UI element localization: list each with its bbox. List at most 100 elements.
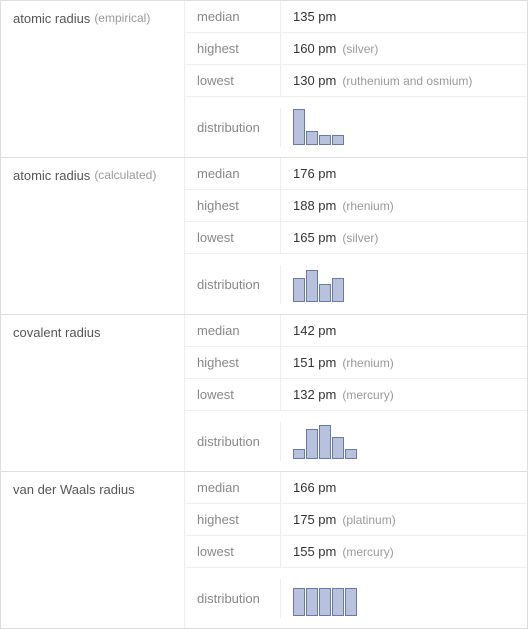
stat-label: lowest (185, 65, 281, 96)
stat-value: 165 pm (293, 230, 336, 245)
stat-label: highest (185, 33, 281, 64)
property-group: covalent radiusmedian142 pmhighest151 pm… (1, 315, 527, 472)
chart-bar (306, 588, 318, 616)
stat-label: median (185, 1, 281, 32)
stat-value-cell: 166 pm (281, 472, 527, 503)
chart-bar (345, 449, 357, 459)
chart-bar (319, 588, 331, 616)
property-name: van der Waals radius (13, 482, 135, 497)
property-rows: median135 pmhighest160 pm(silver)lowest1… (185, 1, 527, 157)
distribution-cell (281, 411, 527, 471)
stat-row-lowest: lowest165 pm(silver) (185, 222, 527, 254)
stat-label: highest (185, 504, 281, 535)
stat-row-highest: highest 160 pm (silver) (185, 33, 527, 65)
distribution-cell (281, 254, 527, 314)
stat-label: highest (185, 190, 281, 221)
property-name-cell: van der Waals radius (1, 472, 185, 628)
stat-value-cell: 160 pm (silver) (281, 33, 527, 64)
stat-label: distribution (185, 422, 281, 461)
chart-bar (332, 437, 344, 459)
property-name-cell: covalent radius (1, 315, 185, 471)
property-name-cell: atomic radius(calculated) (1, 158, 185, 314)
stat-label: median (185, 315, 281, 346)
stat-row-distribution: distribution (185, 411, 527, 471)
stat-label: median (185, 472, 281, 503)
stat-value: 135 pm (293, 9, 336, 24)
stat-qualifier: (rhenium) (342, 356, 393, 370)
property-subnote: (calculated) (94, 168, 156, 182)
chart-bar (293, 588, 305, 616)
properties-table: atomic radius (empirical) median 135 pm high… (0, 0, 528, 629)
chart-bar (306, 270, 318, 302)
stat-label: distribution (185, 579, 281, 618)
distribution-cell (281, 97, 527, 157)
stat-row-median: median 135 pm (185, 1, 527, 33)
property-name: atomic radius (13, 11, 90, 26)
stat-value-cell: 155 pm(mercury) (281, 536, 527, 567)
property-group: atomic radius(calculated)median 176 pm hig… (1, 158, 527, 315)
stat-label: median (185, 158, 281, 189)
property-rows: median 166 pm highest 175 pm (platinum) lowes… (185, 472, 527, 628)
stat-row-highest: highest 188 pm (rhenium) (185, 190, 527, 222)
stat-value: 176 pm (293, 166, 336, 181)
stat-row-lowest: lowest132 pm(mercury) (185, 379, 527, 411)
stat-value-cell: 175 pm (platinum) (281, 504, 527, 535)
stat-value-cell: 142 pm (281, 315, 527, 346)
distribution-chart (293, 109, 344, 145)
chart-bar (332, 135, 344, 145)
stat-value-cell: 135 pm (281, 1, 527, 32)
stat-row-lowest: lowest155 pm(mercury) (185, 536, 527, 568)
stat-row-distribution: distribution (185, 568, 527, 628)
stat-qualifier: (platinum) (342, 513, 395, 527)
chart-bar (319, 425, 331, 459)
stat-value: 188 pm (293, 198, 336, 213)
stat-value: 151 pm (293, 355, 336, 370)
property-rows: median142 pmhighest151 pm(rhenium)lowest… (185, 315, 527, 471)
stat-value-cell: 188 pm (rhenium) (281, 190, 527, 221)
stat-label: distribution (185, 265, 281, 304)
stat-row-median: median 166 pm (185, 472, 527, 504)
chart-bar (306, 429, 318, 459)
stat-qualifier: (rhenium) (342, 199, 393, 213)
stat-row-median: median 176 pm (185, 158, 527, 190)
stat-row-distribution: distribution (185, 97, 527, 157)
stat-qualifier: (mercury) (342, 388, 393, 402)
chart-bar (293, 449, 305, 459)
stat-value: 130 pm (293, 73, 336, 88)
stat-row-highest: highest 175 pm (platinum) (185, 504, 527, 536)
chart-bar (306, 131, 318, 145)
stat-qualifier: (silver) (342, 231, 378, 245)
stat-row-median: median142 pm (185, 315, 527, 347)
stat-qualifier: (silver) (342, 42, 378, 56)
chart-bar (293, 109, 305, 145)
stat-value: 160 pm (293, 41, 336, 56)
stat-qualifier: (ruthenium and osmium) (342, 74, 472, 88)
stat-row-lowest: lowest 130 pm (ruthenium and osmium) (185, 65, 527, 97)
stat-value-cell: 130 pm (ruthenium and osmium) (281, 65, 527, 96)
property-name: covalent radius (13, 325, 100, 340)
property-group: atomic radius (empirical) median 135 pm high… (1, 1, 527, 158)
stat-value: 175 pm (293, 512, 336, 527)
stat-label: lowest (185, 536, 281, 567)
stat-value: 155 pm (293, 544, 336, 559)
stat-value-cell: 132 pm (mercury) (281, 379, 527, 410)
stat-row-distribution: distribution (185, 254, 527, 314)
property-rows: median176 pmhighest188 pm(rhenium)lowest… (185, 158, 527, 314)
chart-bar (332, 588, 344, 616)
chart-bar (319, 284, 331, 302)
property-name-cell: atomic radius (empirical) (1, 1, 185, 157)
property-group: van der Waals radiusmedian166 pmhighest1… (1, 472, 527, 628)
distribution-cell (281, 568, 527, 628)
chart-bar (332, 278, 344, 302)
stat-value: 166 pm (293, 480, 336, 495)
chart-bar (345, 588, 357, 616)
stat-value-cell: 176 pm (281, 158, 527, 189)
property-subnote: (empirical) (94, 11, 150, 25)
stat-value: 132 pm (293, 387, 336, 402)
stat-value-cell: 165 pm (silver) (281, 222, 527, 253)
chart-bar (293, 278, 305, 302)
distribution-chart (293, 423, 357, 459)
stat-row-highest: highest151 pm(rhenium) (185, 347, 527, 379)
chart-bar (319, 135, 331, 145)
stat-label: distribution (185, 108, 281, 147)
